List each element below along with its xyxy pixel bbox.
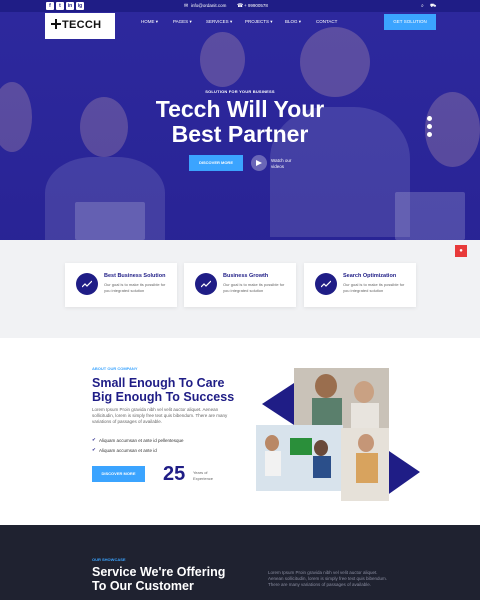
slider-dot-3[interactable] — [427, 132, 432, 137]
feature-card-2[interactable]: Business Growth Our goal is to make its … — [184, 263, 296, 307]
cart-icon[interactable]: ⛟ — [430, 2, 436, 10]
logo-mark-icon — [51, 19, 61, 29]
about-check-item: Aliquam accumsan et ante id pellentesque — [99, 438, 184, 443]
about-kicker: ABOUT OUR COMPANY — [92, 366, 138, 371]
about-discover-button[interactable]: DISCOVER MORE — [92, 466, 145, 482]
chat-button[interactable]: ● — [455, 245, 467, 257]
about-title: Small Enough To Care Big Enough To Succes… — [92, 376, 235, 404]
years-label: Years of Experience — [193, 470, 214, 481]
hero-title-line2: Best Partner — [171, 121, 309, 147]
nav-home[interactable]: HOME ▾ — [141, 19, 158, 25]
about-check-item: Aliquam accumsan et ante id — [99, 448, 157, 453]
feature-title: Best Business Solution — [104, 273, 166, 279]
feature-desc: Our goal is to make its possible for you… — [343, 282, 405, 293]
slider-dot-1[interactable] — [427, 116, 432, 121]
nav-services[interactable]: SERVICES ▾ — [206, 19, 232, 25]
check-icon: ✔ — [92, 447, 96, 452]
showcase-kicker: OUR SHOWCASE — [92, 557, 126, 562]
showcase-title: Service We're Offering To Our Customer — [92, 565, 226, 593]
nav-blog[interactable]: BLOG ▾ — [285, 19, 301, 25]
slider-dot-2[interactable] — [427, 124, 432, 129]
feature-desc: Our goal is to make its possible for you… — [104, 282, 166, 293]
feature-title: Business Growth — [223, 273, 269, 279]
nav-contact[interactable]: CONTACT — [316, 19, 337, 25]
nav-projects[interactable]: PROJECTS ▾ — [245, 19, 273, 25]
years-count: 25 — [163, 463, 186, 485]
hero-title-line1: Tecch Will Your — [155, 96, 325, 122]
showcase-paragraph: Lorem Ipsum Proin gravida nibh vel velit… — [268, 570, 388, 587]
logo-text: TECCH — [62, 19, 102, 31]
linkedin-icon[interactable]: in — [66, 2, 74, 10]
check-icon: ✔ — [92, 437, 96, 442]
topbar-phone[interactable]: + 99900578 — [244, 2, 268, 10]
hero-kicker: SOLUTION FOR YOUR BUSINESS — [205, 89, 275, 94]
topbar-email[interactable]: info@ordanit.com — [191, 2, 226, 10]
twitter-icon[interactable]: t — [56, 2, 64, 10]
facebook-icon[interactable]: f — [46, 2, 54, 10]
phone-icon: ☎ — [237, 3, 244, 9]
get-solution-button[interactable]: GET SOLUTION — [384, 14, 436, 30]
hero-discover-button[interactable]: DISCOVER MORE — [189, 155, 243, 171]
instagram-icon[interactable]: ig — [76, 2, 84, 10]
feature-title: Search Optimization — [343, 273, 397, 279]
watch-videos-label[interactable]: Watch our videos — [271, 158, 299, 169]
about-image-collage — [256, 368, 420, 501]
search-chart-icon — [315, 273, 337, 295]
chart-icon — [76, 273, 98, 295]
feature-card-1[interactable]: Best Business Solution Our goal is to ma… — [65, 263, 177, 307]
nav-pages[interactable]: PAGES ▾ — [173, 19, 192, 25]
play-icon — [256, 160, 262, 166]
about-paragraph: Lorem Ipsum Proin gravida nibh vel velit… — [92, 407, 228, 424]
mail-icon: ✉ — [184, 3, 189, 9]
growth-icon — [195, 273, 217, 295]
feature-card-3[interactable]: Search Optimization Our goal is to make … — [304, 263, 416, 307]
feature-desc: Our goal is to make its possible for you… — [223, 282, 285, 293]
search-icon[interactable]: ⌕ — [421, 2, 424, 10]
